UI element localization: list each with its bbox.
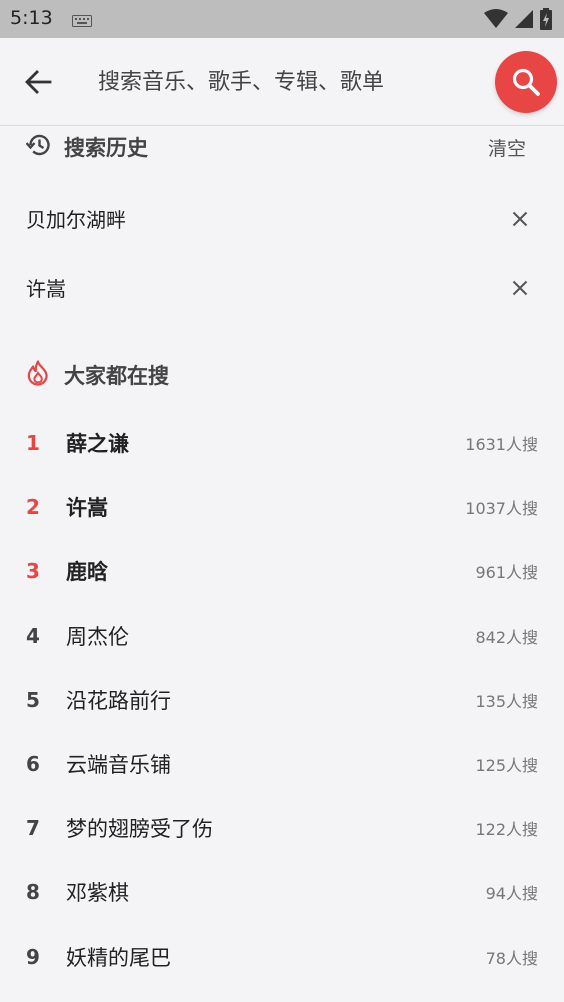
hot-search-item[interactable]: 6 云端音乐铺 125人搜 [26, 732, 538, 796]
hot-search-rank: 3 [26, 559, 40, 584]
hot-search-rank: 2 [26, 495, 40, 520]
hot-search-name: 周杰伦 [66, 624, 129, 649]
hot-search-name: 云端音乐铺 [66, 753, 171, 778]
fire-icon [26, 360, 50, 390]
search-icon [512, 68, 540, 96]
hot-search-list: 1 薛之谦 1631人搜 2 许嵩 1037人搜 3 鹿晗 961人搜 4 周杰… [26, 411, 538, 989]
hot-search-header: 大家都在搜 [26, 358, 169, 392]
hot-search-rank: 1 [26, 431, 40, 456]
hot-search-name: 鹿晗 [66, 560, 108, 585]
hot-search-name: 许嵩 [66, 496, 108, 521]
hot-search-rank: 8 [26, 880, 40, 905]
hot-search-count: 1037人搜 [465, 499, 538, 519]
back-button[interactable] [20, 62, 56, 102]
hot-search-item[interactable]: 3 鹿晗 961人搜 [26, 539, 538, 603]
history-list: 贝加尔湖畔 许嵩 [26, 184, 538, 322]
hot-search-item[interactable]: 9 妖精的尾巴 78人搜 [26, 925, 538, 989]
hot-search-rank: 9 [26, 944, 40, 969]
hot-search-count: 135人搜 [475, 691, 538, 711]
hot-search-item[interactable]: 1 薛之谦 1631人搜 [26, 411, 538, 475]
history-item-text: 许嵩 [26, 277, 66, 301]
hot-search-count: 961人搜 [475, 563, 538, 583]
hot-search-count: 122人搜 [475, 820, 538, 840]
hot-search-item[interactable]: 5 沿花路前行 135人搜 [26, 668, 538, 732]
wifi-icon [484, 9, 508, 33]
hot-search-item[interactable]: 8 邓紫棋 94人搜 [26, 860, 538, 924]
hot-search-title: 大家都在搜 [64, 364, 169, 388]
signal-icon [514, 9, 534, 33]
history-item-text: 贝加尔湖畔 [26, 208, 126, 232]
search-header [0, 38, 564, 126]
close-icon [512, 280, 528, 295]
hot-search-count: 1631人搜 [465, 435, 538, 455]
battery-icon [540, 8, 552, 34]
close-icon [512, 211, 528, 226]
hot-search-item[interactable]: 2 许嵩 1037人搜 [26, 475, 538, 539]
hot-search-count: 78人搜 [485, 948, 538, 968]
back-arrow-icon [25, 70, 52, 94]
hot-search-item[interactable]: 4 周杰伦 842人搜 [26, 604, 538, 668]
hot-search-name: 薛之谦 [66, 432, 129, 457]
hot-search-count: 125人搜 [475, 756, 538, 776]
search-input[interactable] [98, 62, 478, 102]
hot-search-name: 妖精的尾巴 [66, 945, 171, 970]
history-title: 搜索历史 [64, 136, 148, 160]
hot-search-name: 沿花路前行 [66, 688, 171, 713]
hot-search-rank: 4 [26, 623, 40, 648]
keyboard-icon [72, 12, 92, 31]
history-item[interactable]: 许嵩 [26, 253, 538, 322]
status-icons [484, 8, 552, 34]
search-button[interactable] [495, 51, 557, 113]
history-item[interactable]: 贝加尔湖畔 [26, 184, 538, 253]
hot-search-count: 842人搜 [475, 627, 538, 647]
history-icon [25, 132, 52, 162]
hot-search-rank: 6 [26, 752, 40, 777]
hot-search-rank: 7 [26, 816, 40, 841]
status-bar: 5:13 [0, 0, 564, 38]
hot-search-name: 邓紫棋 [66, 881, 129, 906]
hot-search-name: 梦的翅膀受了伤 [66, 817, 213, 842]
hot-search-count: 94人搜 [485, 884, 538, 904]
history-header: 搜索历史 清空 [25, 130, 538, 164]
remove-history-button[interactable] [506, 205, 534, 233]
hot-search-item[interactable]: 7 梦的翅膀受了伤 122人搜 [26, 796, 538, 860]
remove-history-button[interactable] [506, 274, 534, 302]
clear-history-button[interactable]: 清空 [488, 134, 526, 161]
hot-search-rank: 5 [26, 687, 40, 712]
status-time: 5:13 [10, 7, 53, 29]
